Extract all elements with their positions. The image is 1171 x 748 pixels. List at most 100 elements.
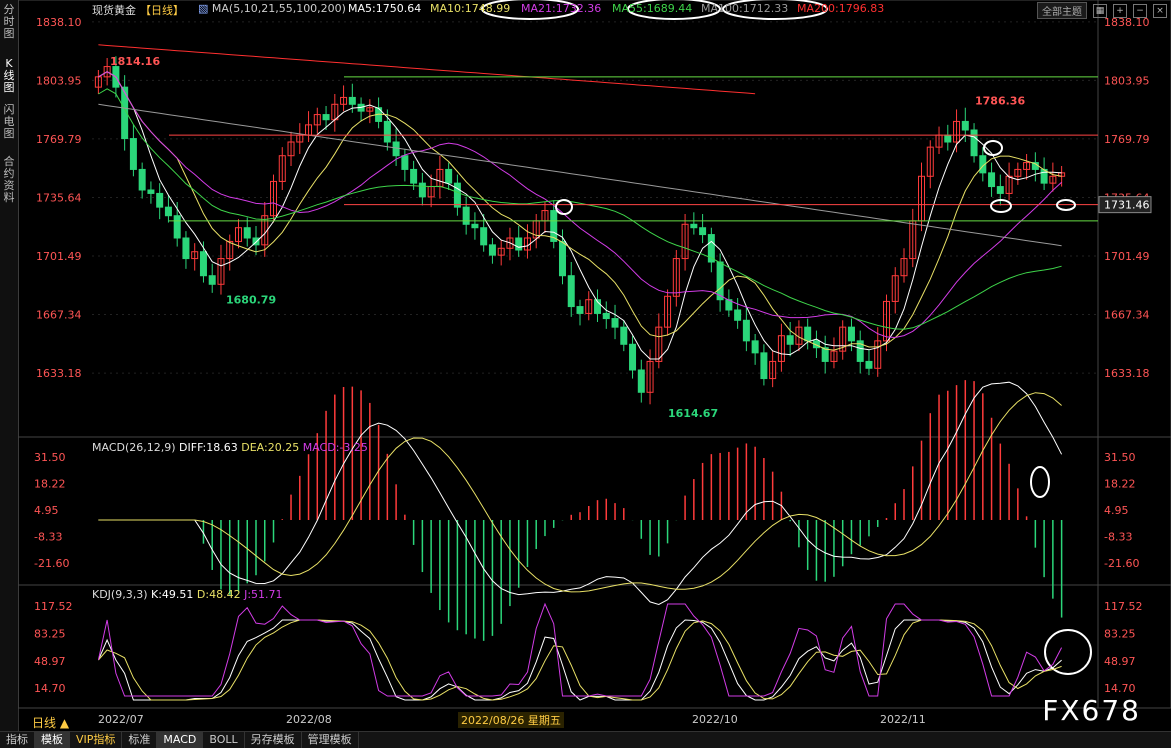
- toolbar-right: 全部主题 ▦ + − ×: [1037, 2, 1167, 19]
- tab-standard[interactable]: 标准: [122, 732, 158, 748]
- tab-macd[interactable]: MACD: [157, 732, 204, 748]
- annotation-low-2: 1614.67: [668, 407, 718, 420]
- candle-body: [751, 340, 759, 354]
- price-tick-left: 1735.64: [36, 191, 82, 204]
- watermark-logo: FX678: [1042, 694, 1141, 727]
- kdj-j: J:51.71: [244, 588, 283, 601]
- tab-contract-info[interactable]: 合约资料: [0, 156, 18, 204]
- macd-tick-left: 18.22: [34, 478, 66, 491]
- macd-title: MACD(26,12,9): [92, 441, 176, 454]
- kdj-tick-left: 48.97: [34, 655, 66, 668]
- ma-params-text: MA(5,10,21,55,100,200): [211, 2, 346, 15]
- candle-body: [401, 155, 409, 170]
- candle-body: [462, 206, 470, 225]
- candle-body: [637, 369, 645, 393]
- ma100-line: [98, 103, 1062, 247]
- period-button[interactable]: 日线 ▲: [32, 714, 69, 731]
- candle-body: [471, 223, 479, 229]
- candle-body: [558, 240, 566, 277]
- tab-boll[interactable]: BOLL: [203, 732, 245, 748]
- tab-save-template[interactable]: 另存模板: [245, 732, 302, 748]
- date-tick: 2022/10: [692, 713, 738, 726]
- kdj-tick-right: 117.52: [1104, 600, 1143, 613]
- chart-area: 1838.10 1838.10 1803.95 1803.95 1769.79 1769.…: [18, 0, 1171, 747]
- macd-header: MACD(26,12,9) DIFF:18.63 DEA:20.25 MACD:…: [92, 441, 368, 454]
- ma10-value: MA10:1748.99: [430, 2, 511, 15]
- tab-template[interactable]: 模板: [35, 732, 70, 748]
- candle-body: [392, 141, 400, 157]
- tab-manage-template[interactable]: 管理模板: [302, 732, 359, 748]
- candle-body: [410, 168, 418, 184]
- candle-body: [847, 326, 855, 342]
- ma200-value: MA200:1796.83: [797, 2, 885, 15]
- candle-body: [611, 318, 619, 328]
- annotation-high-1: 1814.16: [110, 55, 160, 68]
- macd-tick-right: 18.22: [1104, 478, 1136, 491]
- tab-flash[interactable]: 闪电图: [0, 104, 18, 140]
- kline-chart[interactable]: 1838.10 1838.101803.95 1803.951769.79 1769.…: [18, 0, 1171, 731]
- candle-body: [629, 343, 637, 371]
- candle-body: [199, 251, 207, 277]
- theme-select-button[interactable]: 全部主题: [1037, 2, 1087, 19]
- candle-body: [156, 192, 164, 208]
- candle-body: [480, 227, 488, 246]
- macd-tick-left: -8.33: [34, 531, 62, 544]
- tab-vip-indicator[interactable]: VIP指标: [70, 732, 123, 748]
- main-panel-frame: [18, 0, 1171, 438]
- tab-timeshare[interactable]: 分时图: [0, 4, 18, 40]
- candle-body: [620, 326, 628, 345]
- tab-indicator[interactable]: 指标: [0, 732, 35, 748]
- candle-body: [164, 206, 172, 217]
- candle-body: [322, 114, 330, 121]
- kdj-tick-left: 14.70: [34, 682, 66, 695]
- grid-icon[interactable]: ▦: [1093, 3, 1107, 18]
- zoom-out-icon[interactable]: −: [1133, 3, 1147, 18]
- ma100-value: MA100:1712.33: [701, 2, 789, 15]
- close-icon[interactable]: ×: [1153, 3, 1167, 18]
- macd-tick-left: 31.50: [34, 451, 66, 464]
- bottom-toolbar: 指标 模板 VIP指标 标准 MACD BOLL 另存模板 管理模板: [0, 731, 1171, 748]
- macd-diff-line: [98, 381, 1063, 606]
- kdj-d: D:48.42: [196, 588, 241, 601]
- price-tick-right: 1701.49: [1104, 250, 1150, 263]
- zoom-in-icon[interactable]: +: [1113, 3, 1127, 18]
- candle-body: [970, 129, 978, 157]
- candle-body: [786, 335, 794, 345]
- candle-body: [129, 138, 137, 170]
- price-tick-left: 1701.49: [36, 250, 82, 263]
- candle-body: [961, 120, 969, 131]
- kdj-tick-left: 117.52: [34, 600, 73, 613]
- candle-body: [418, 182, 426, 198]
- candle-body: [488, 244, 496, 256]
- ma-icon: ▧: [198, 2, 209, 15]
- candle-body: [996, 186, 1004, 194]
- candle-body: [760, 352, 768, 380]
- annotation-low-1: 1680.79: [226, 294, 276, 307]
- price-tick-left: 1769.79: [36, 133, 82, 146]
- date-tick: 2022/11: [880, 713, 926, 726]
- kdj-tick-left: 83.25: [34, 627, 66, 640]
- macd-panel-frame: [18, 436, 1171, 586]
- price-tick-left: 1838.10: [36, 16, 82, 29]
- candle-body: [138, 168, 146, 191]
- price-tick-right: 1667.34: [1104, 309, 1150, 322]
- kdj-j-line: [97, 602, 1063, 697]
- price-tag-text: 1731.46: [1104, 199, 1150, 212]
- candle-body: [515, 237, 523, 251]
- price-tick-left: 1633.18: [36, 367, 82, 380]
- highlight-ellipse: [555, 199, 573, 215]
- candle-body: [734, 309, 742, 321]
- ma5-value: MA5:1750.64: [348, 2, 422, 15]
- date-tick: 2022/07: [98, 713, 144, 726]
- ma200-line: [98, 44, 756, 95]
- kdj-k: K:49.51: [151, 588, 194, 601]
- candle-body: [445, 168, 453, 184]
- candle-body: [453, 182, 461, 208]
- candle-body: [348, 96, 356, 105]
- macd-dea: DEA:20.25: [241, 441, 300, 454]
- macd-diff: DIFF:18.63: [179, 441, 238, 454]
- tab-kline[interactable]: K线图: [0, 58, 18, 94]
- annotation-high-2: 1786.36: [975, 95, 1025, 108]
- macd-tick-right: -21.60: [1104, 557, 1139, 570]
- ma-params: ▧ MA(5,10,21,55,100,200): [198, 2, 346, 15]
